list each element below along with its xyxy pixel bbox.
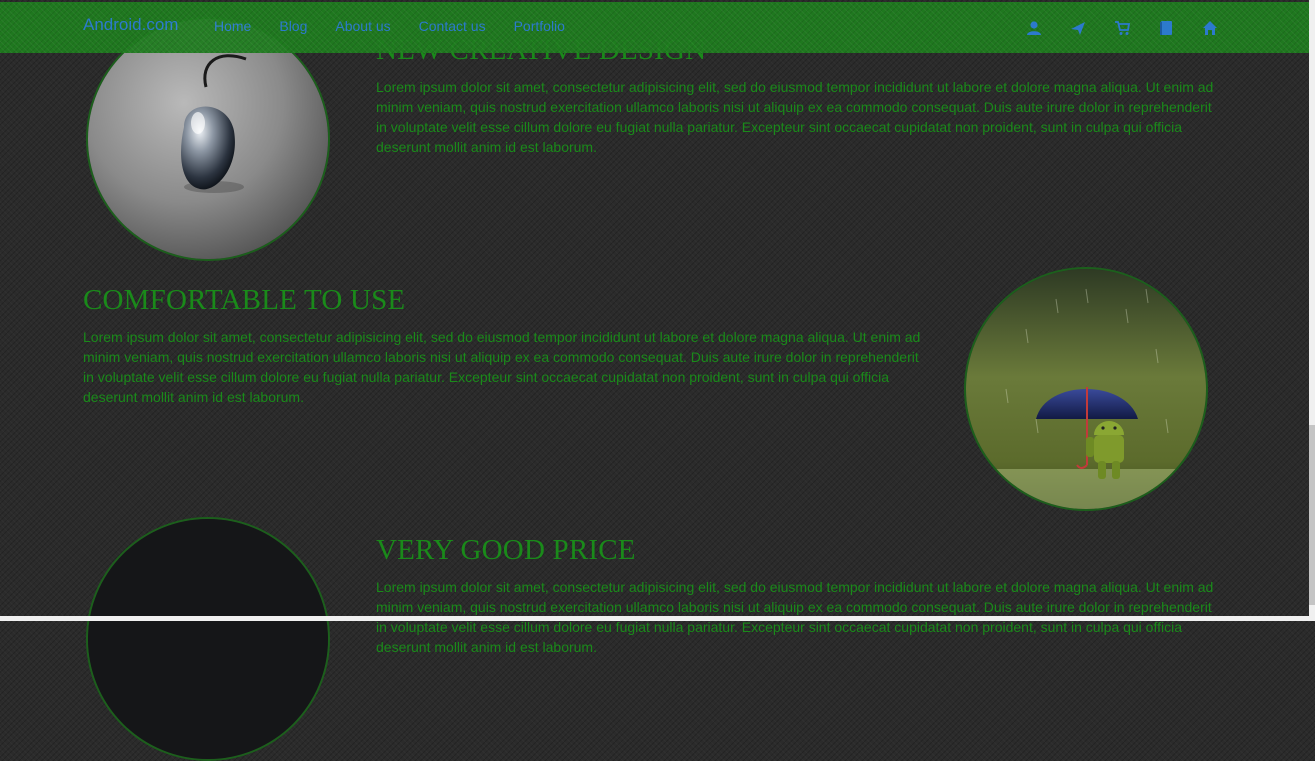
- user-icon[interactable]: [1024, 19, 1043, 37]
- feature-image-dark: [86, 517, 330, 761]
- nav-links: Home Blog About us Contact us Portfolio: [214, 18, 593, 34]
- nav-link-portfolio[interactable]: Portfolio: [514, 18, 565, 34]
- book-icon[interactable]: [1156, 19, 1175, 37]
- horizontal-scrollbar[interactable]: [0, 616, 1315, 621]
- send-icon[interactable]: [1068, 19, 1087, 37]
- feature-text: Lorem ipsum dolor sit amet, consectetur …: [83, 329, 921, 405]
- vertical-scrollbar-thumb[interactable]: [1309, 425, 1315, 605]
- nav-link-contact-us[interactable]: Contact us: [419, 18, 486, 34]
- nav-link-home[interactable]: Home: [214, 18, 251, 34]
- feature-title: COMFORTABLE TO USE: [83, 284, 406, 316]
- feature-text: Lorem ipsum dolor sit amet, consectetur …: [376, 79, 1214, 155]
- home-icon[interactable]: [1200, 19, 1219, 37]
- feature-image-cherry: [86, 17, 330, 261]
- nav-icons: [1024, 19, 1219, 37]
- nav-link-about-us[interactable]: About us: [335, 18, 390, 34]
- brand-link[interactable]: Android.com: [83, 15, 178, 35]
- feature-title: VERY GOOD PRICE: [376, 534, 636, 566]
- nav-link-blog[interactable]: Blog: [279, 18, 307, 34]
- cart-icon[interactable]: [1112, 19, 1131, 37]
- feature-image-android-umbrella: [964, 267, 1208, 511]
- top-navbar: Android.com Home Blog About us Contact u…: [0, 2, 1309, 53]
